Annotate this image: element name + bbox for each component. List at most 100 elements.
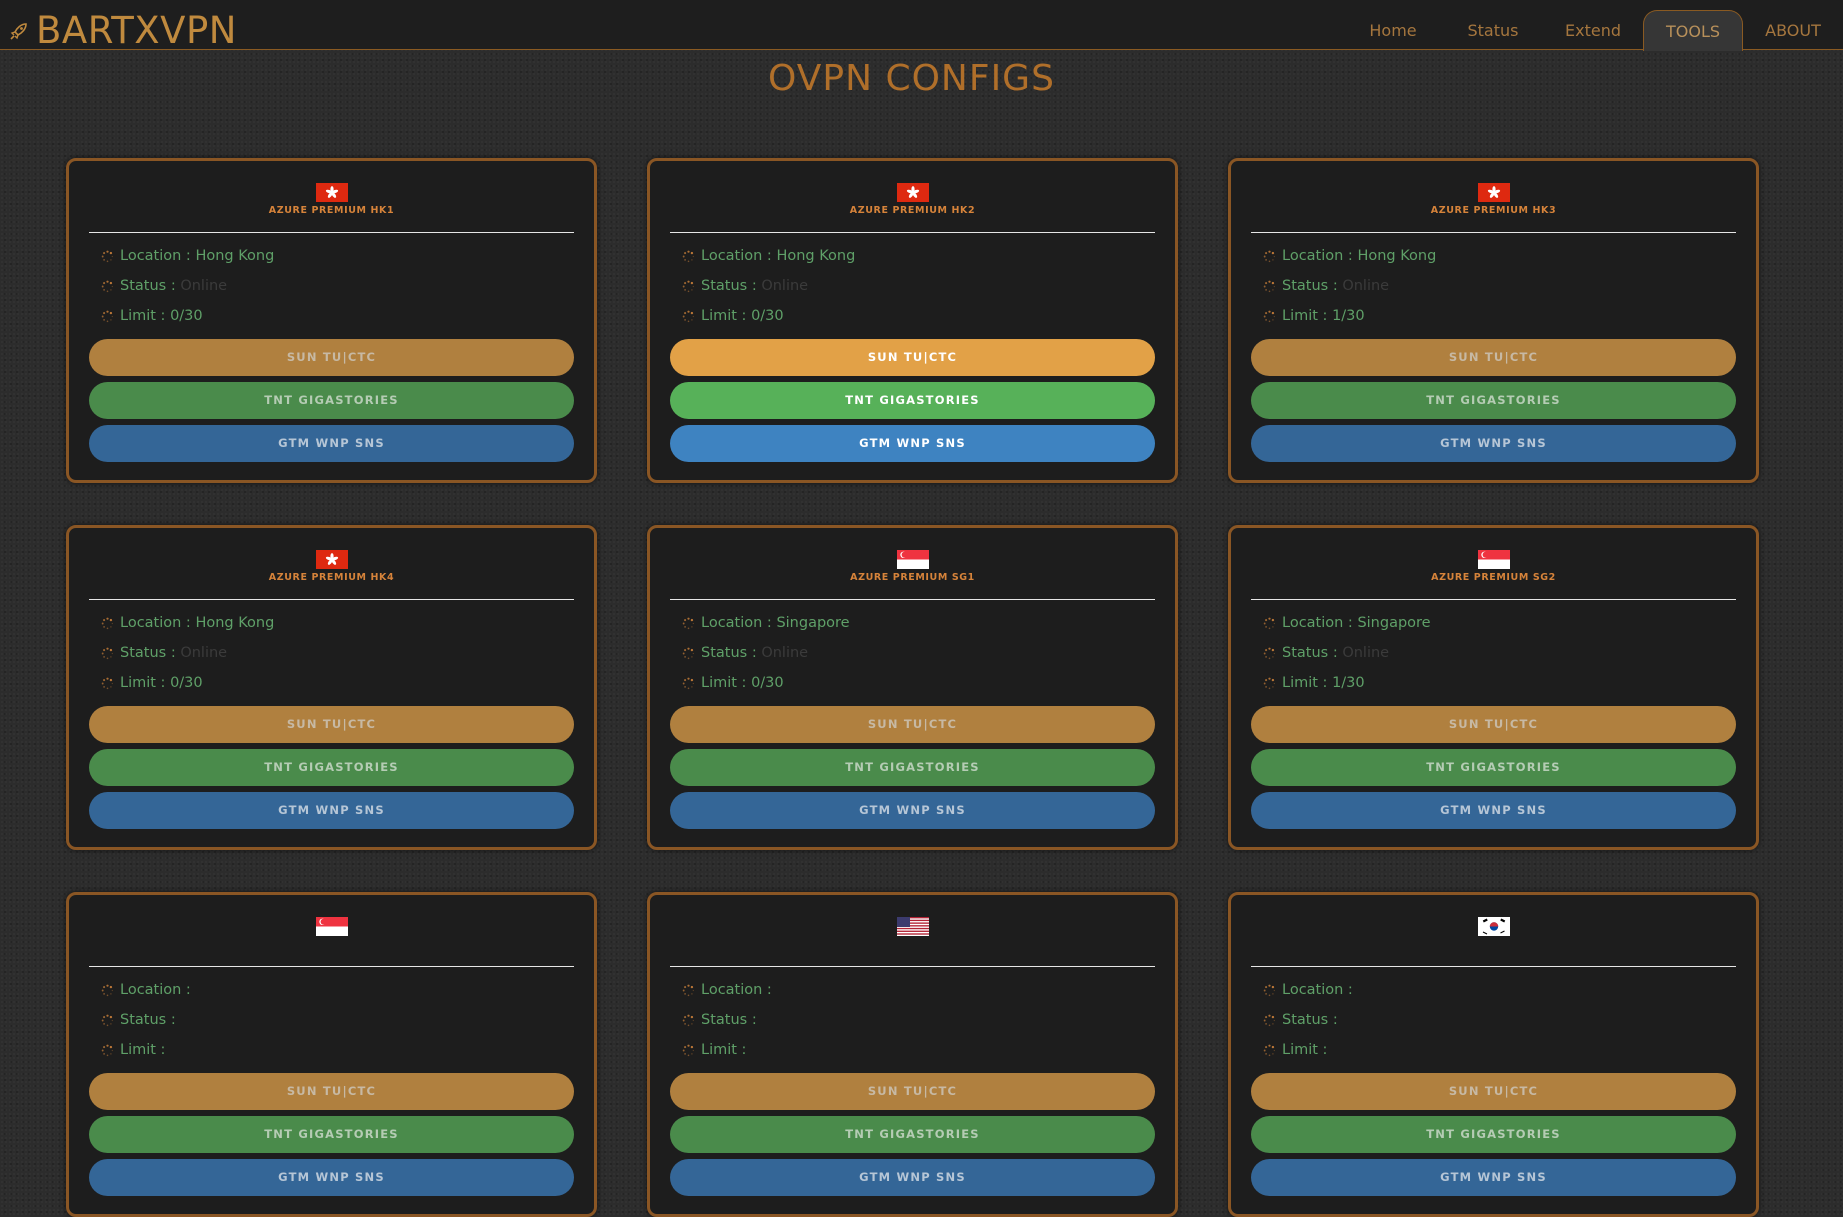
sun-config-button[interactable]: SUN TU|CTC <box>1251 1073 1736 1110</box>
gtm-config-button[interactable]: GTM WNP SNS <box>1251 1159 1736 1196</box>
limit-row: Limit : 0/30 <box>682 306 784 326</box>
tnt-config-button[interactable]: TNT GIGASTORIES <box>1251 749 1736 786</box>
location-label: Location : <box>120 982 191 998</box>
spinner-icon <box>682 1044 694 1056</box>
limit-value: 0/30 <box>751 308 784 324</box>
location-row: Location : Singapore <box>1263 613 1431 633</box>
flag-wrap <box>650 183 1175 202</box>
limit-row: Limit : 1/30 <box>1263 673 1365 693</box>
gtm-config-button[interactable]: GTM WNP SNS <box>1251 792 1736 829</box>
limit-label: Limit : <box>120 675 171 691</box>
gtm-config-button[interactable]: GTM WNP SNS <box>670 425 1155 462</box>
divider <box>670 232 1155 233</box>
flag-wrap <box>1231 183 1756 202</box>
spinner-icon <box>682 647 694 659</box>
server-name: AZURE PREMIUM HK4 <box>268 572 395 583</box>
location-row: Location : Hong Kong <box>101 246 274 266</box>
gtm-config-button[interactable]: GTM WNP SNS <box>89 792 574 829</box>
status-row: Status : Online <box>682 276 808 296</box>
spinner-icon <box>682 250 694 262</box>
gtm-config-button[interactable]: GTM WNP SNS <box>89 1159 574 1196</box>
tnt-config-button[interactable]: TNT GIGASTORIES <box>1251 1116 1736 1153</box>
tnt-config-button[interactable]: TNT GIGASTORIES <box>670 749 1155 786</box>
status-value: Online <box>761 278 809 294</box>
spinner-icon <box>1263 1014 1275 1026</box>
spinner-icon <box>1263 310 1275 322</box>
divider <box>1251 966 1736 967</box>
divider <box>670 599 1155 600</box>
sun-config-button[interactable]: SUN TU|CTC <box>1251 339 1736 376</box>
limit-label: Limit : <box>120 308 171 324</box>
server-card: AZURE PREMIUM HK2 Location : Hong Kong Sta… <box>647 158 1178 483</box>
tnt-config-button[interactable]: TNT GIGASTORIES <box>1251 382 1736 419</box>
limit-value: 0/30 <box>170 675 203 691</box>
limit-label: Limit : <box>1282 308 1333 324</box>
tnt-config-button[interactable]: TNT GIGASTORIES <box>89 749 574 786</box>
status-label: Status : <box>120 278 181 294</box>
limit-row: Limit : <box>682 1040 746 1060</box>
tnt-config-button[interactable]: TNT GIGASTORIES <box>89 382 574 419</box>
limit-label: Limit : <box>120 1042 166 1058</box>
status-row: Status : <box>101 1010 176 1030</box>
spinner-icon <box>101 677 113 689</box>
spinner-icon <box>1263 677 1275 689</box>
sun-config-button[interactable]: SUN TU|CTC <box>89 706 574 743</box>
divider <box>89 599 574 600</box>
location-label: Location : <box>701 982 772 998</box>
sun-config-button[interactable]: SUN TU|CTC <box>670 706 1155 743</box>
spinner-icon <box>682 280 694 292</box>
location-value: Hong Kong <box>195 615 275 631</box>
server-name: AZURE PREMIUM HK2 <box>849 205 976 216</box>
status-label: Status : <box>701 1012 757 1028</box>
spinner-icon <box>1263 617 1275 629</box>
limit-row: Limit : <box>1263 1040 1327 1060</box>
server-name: AZURE PREMIUM HK1 <box>268 205 395 216</box>
server-name: AZURE PREMIUM HK3 <box>1430 205 1557 216</box>
divider <box>89 232 574 233</box>
status-label: Status : <box>1282 278 1343 294</box>
status-row: Status : <box>682 1010 757 1030</box>
location-value: Singapore <box>776 615 850 631</box>
spinner-icon <box>1263 250 1275 262</box>
server-card: AZURE PREMIUM HK1 Location : Hong Kong Sta… <box>66 158 597 483</box>
status-value: Online <box>180 278 228 294</box>
location-row: Location : <box>1263 980 1353 1000</box>
spinner-icon <box>682 677 694 689</box>
hong-kong-flag-icon <box>1477 183 1510 202</box>
location-value: Hong Kong <box>195 248 275 264</box>
server-card: Location : Status : Limit : SUN TU|CTC TN… <box>647 892 1178 1217</box>
location-row: Location : <box>101 980 191 1000</box>
spinner-icon <box>101 647 113 659</box>
spinner-icon <box>1263 984 1275 996</box>
location-row: Location : Hong Kong <box>1263 246 1436 266</box>
location-row: Location : Hong Kong <box>101 613 274 633</box>
spinner-icon <box>101 1044 113 1056</box>
sun-config-button[interactable]: SUN TU|CTC <box>89 339 574 376</box>
limit-value: 1/30 <box>1332 308 1365 324</box>
limit-value: 0/30 <box>751 675 784 691</box>
gtm-config-button[interactable]: GTM WNP SNS <box>670 792 1155 829</box>
spinner-icon <box>1263 647 1275 659</box>
tnt-config-button[interactable]: TNT GIGASTORIES <box>89 1116 574 1153</box>
server-card: AZURE PREMIUM HK3 Location : Hong Kong Sta… <box>1228 158 1759 483</box>
sun-config-button[interactable]: SUN TU|CTC <box>670 339 1155 376</box>
status-value: Online <box>1342 645 1390 661</box>
tnt-config-button[interactable]: TNT GIGASTORIES <box>670 1116 1155 1153</box>
sun-config-button[interactable]: SUN TU|CTC <box>1251 706 1736 743</box>
server-name: AZURE PREMIUM SG2 <box>1431 572 1556 583</box>
tnt-config-button[interactable]: TNT GIGASTORIES <box>670 382 1155 419</box>
status-value: Online <box>1342 278 1390 294</box>
status-row: Status : Online <box>101 276 227 296</box>
gtm-config-button[interactable]: GTM WNP SNS <box>89 425 574 462</box>
gtm-config-button[interactable]: GTM WNP SNS <box>670 1159 1155 1196</box>
location-label: Location : <box>1282 615 1358 631</box>
location-label: Location : <box>701 615 777 631</box>
limit-value: 0/30 <box>170 308 203 324</box>
gtm-config-button[interactable]: GTM WNP SNS <box>1251 425 1736 462</box>
sun-config-button[interactable]: SUN TU|CTC <box>670 1073 1155 1110</box>
spinner-icon <box>101 280 113 292</box>
status-label: Status : <box>120 645 181 661</box>
sun-config-button[interactable]: SUN TU|CTC <box>89 1073 574 1110</box>
flag-wrap <box>69 183 594 202</box>
limit-label: Limit : <box>1282 675 1333 691</box>
